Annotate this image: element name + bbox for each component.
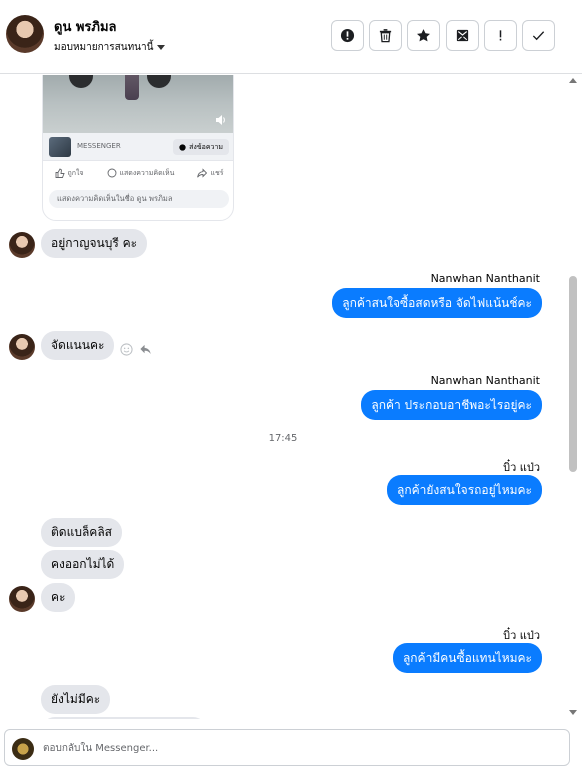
- contact-avatar-small[interactable]: [9, 334, 35, 360]
- conversation-header: ดูน พรภิมล มอบหมายการสนทนานี้: [0, 0, 582, 74]
- incoming-message[interactable]: ติดแบล็คลิส: [41, 518, 122, 547]
- incoming-message[interactable]: ยังไม่มีคะ: [41, 685, 111, 714]
- conversation-scrollbar[interactable]: [566, 75, 582, 719]
- incoming-message[interactable]: คะ: [41, 583, 76, 612]
- assign-conversation-dropdown[interactable]: มอบหมายการสนทนานี้: [54, 40, 166, 55]
- shared-post-card[interactable]: MESSENGER ส่งข้อความ ถูกใจ แสดงความคิดเห…: [42, 75, 234, 221]
- incoming-message[interactable]: จัดแนนคะ: [41, 331, 115, 360]
- post-meta: MESSENGER ส่งข้อความ: [43, 133, 233, 161]
- done-button[interactable]: [522, 20, 555, 51]
- follow-up-button[interactable]: [484, 20, 517, 51]
- mark-unread-button[interactable]: [446, 20, 479, 51]
- conversation-thread: MESSENGER ส่งข้อความ ถูกใจ แสดงความคิดเห…: [0, 75, 566, 719]
- page-avatar: [12, 738, 34, 760]
- contact-avatar-small[interactable]: [9, 232, 35, 258]
- reply-composer: [4, 729, 570, 766]
- share-button[interactable]: แชร์: [197, 168, 223, 179]
- post-video[interactable]: [43, 75, 233, 133]
- incoming-message-partial[interactable]: [41, 717, 207, 719]
- star-icon: [417, 29, 430, 42]
- outgoing-message[interactable]: ลูกค้ายังสนใจรถอยู่ไหมคะ: [387, 475, 542, 505]
- post-comment-input[interactable]: แสดงความคิดเห็นในชื่อ ดูน พรภิมล: [49, 190, 229, 208]
- message-sender: บิ๋ว แป่ว: [503, 461, 540, 474]
- outgoing-message[interactable]: ลูกค้าสนใจซื้อสดหรือ จัดไฟแน้นช์คะ: [332, 288, 542, 318]
- react-smiley-icon[interactable]: [120, 343, 133, 356]
- mail-open-icon: [456, 29, 469, 42]
- share-icon: [197, 168, 208, 178]
- volume-icon[interactable]: [215, 114, 227, 126]
- send-message-button[interactable]: ส่งข้อความ: [173, 139, 229, 155]
- incoming-message[interactable]: คงออกไม่ได้: [41, 550, 125, 579]
- contact-name[interactable]: ดูน พรภิมล: [54, 16, 117, 37]
- like-button[interactable]: ถูกใจ: [55, 168, 84, 179]
- outgoing-message[interactable]: ลูกค้า ประกอบอาชีพอะไรอยู่คะ: [361, 390, 542, 420]
- trash-icon: [379, 29, 392, 43]
- contact-avatar[interactable]: [6, 15, 44, 53]
- post-actions: ถูกใจ แสดงความคิดเห็น แชร์: [43, 161, 233, 185]
- comment-icon: [107, 168, 116, 178]
- post-thumbnail: [49, 137, 71, 157]
- assign-label: มอบหมายการสนทนานี้: [54, 42, 154, 53]
- scroll-down-arrow[interactable]: [569, 710, 577, 715]
- post-source: MESSENGER: [77, 142, 121, 150]
- alert-circle-icon: [340, 28, 355, 43]
- messenger-icon: [179, 143, 186, 151]
- message-sender: Nanwhan Nanthanit: [430, 374, 540, 387]
- delete-button[interactable]: [369, 20, 402, 51]
- message-sender: Nanwhan Nanthanit: [430, 272, 540, 285]
- exclamation-icon: [499, 30, 502, 41]
- message-sender: บิ๋ว แป่ว: [503, 629, 540, 642]
- outgoing-message[interactable]: ลูกค้ามีคนซื้อแทนไหมคะ: [392, 643, 542, 673]
- spam-button[interactable]: [331, 20, 364, 51]
- reply-input[interactable]: [43, 736, 543, 760]
- contact-avatar-small[interactable]: [9, 586, 35, 612]
- check-icon: [532, 31, 545, 41]
- scroll-up-arrow[interactable]: [569, 78, 577, 83]
- chevron-down-icon: [157, 45, 166, 50]
- thumbs-up-icon: [55, 168, 65, 178]
- reply-icon[interactable]: [139, 343, 152, 356]
- incoming-message[interactable]: อยู่กาญจนบุรี คะ: [41, 229, 148, 258]
- scroll-thumb[interactable]: [569, 276, 577, 472]
- star-button[interactable]: [407, 20, 440, 51]
- comment-button[interactable]: แสดงความคิดเห็น: [107, 168, 174, 179]
- send-message-label: ส่งข้อความ: [189, 142, 223, 151]
- message-timestamp: 17:45: [268, 433, 298, 444]
